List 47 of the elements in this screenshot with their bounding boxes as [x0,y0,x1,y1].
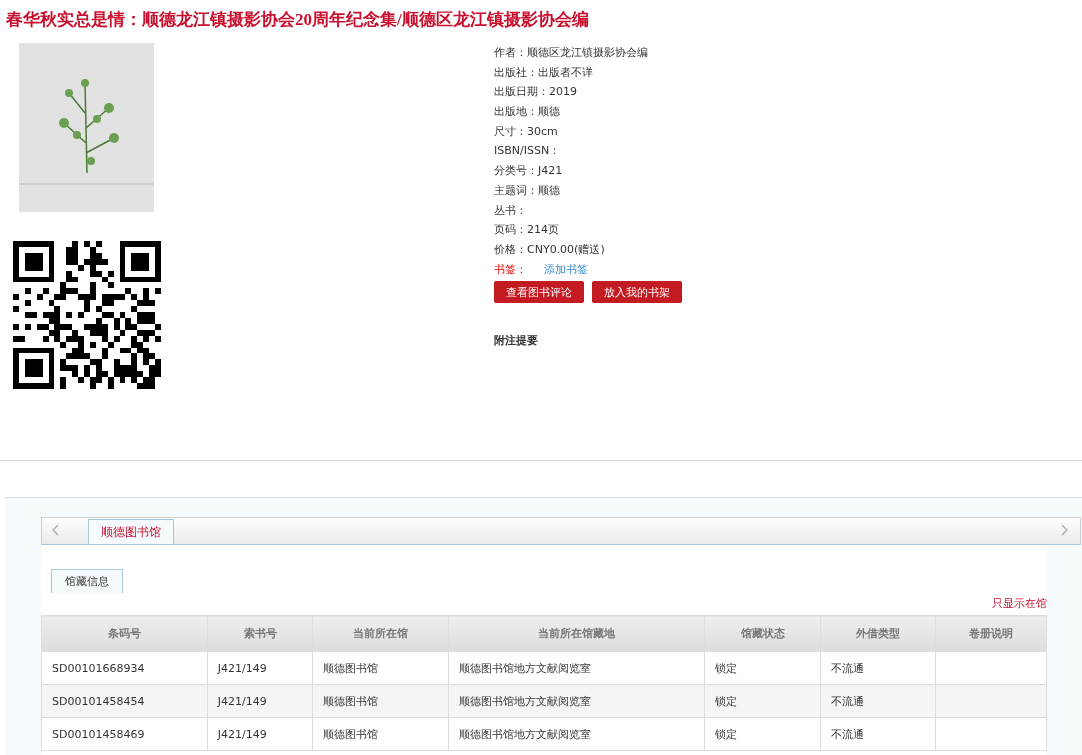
table-cell: 锁定 [715,694,738,708]
table-cell: SD00101458469 [52,727,145,741]
column-header: 当前所在馆藏地 [448,615,705,652]
detail-text: 主题词：顺德 [494,183,560,197]
book-title: 春华秋实总是情：顺德龙江镇摄影协会20周年纪念集/顺德区龙江镇摄影协会编 [5,9,590,31]
library-tab[interactable]: 顺德图书馆 [88,519,174,544]
holdings-tab[interactable]: 馆藏信息 [51,569,123,593]
table-cell: 顺德图书馆地方文献阅览室 [459,727,591,741]
table-cell: 顺德图书馆地方文献阅览室 [459,661,591,675]
table-cell: 顺德图书馆 [323,694,379,708]
table-cell: 顺德图书馆 [323,727,379,741]
table-cell: SD00101458454 [52,694,145,708]
column-header: 条码号 [41,615,208,652]
table-cell: J421/149 [217,727,267,741]
table-cell: 锁定 [715,661,738,675]
detail-text: 尺寸：30cm [494,124,558,138]
column-header: 卷册说明 [935,615,1047,652]
add-bookmark-link[interactable]: 添加书签 [544,262,588,276]
table-cell: 不流通 [830,694,864,708]
detail-text: 分类号：J421 [494,164,563,178]
table-cell: J421/149 [217,694,267,708]
detail-text: 出版社：出版者不详 [494,65,593,79]
table-cell: 顺德图书馆 [323,661,379,675]
column-header: 索书号 [207,615,313,652]
detail-text: 出版地：顺德 [494,105,560,119]
detail-text: 作者：顺德区龙江镇摄影协会编 [494,46,648,59]
detail-text: 价格：CNY0.00(赠送) [494,242,605,256]
notes-heading: 附注提要 [494,333,539,349]
column-header: 外借类型 [820,615,936,652]
table-cell: 顺德图书馆地方文献阅览室 [459,694,591,708]
detail-text: ISBN/ISSN： [494,144,561,158]
action-button[interactable]: 放入我的书架 [592,281,682,304]
table-cell: 锁定 [715,727,738,741]
table-cell: 不流通 [830,727,864,741]
column-header: 馆藏状态 [704,615,821,652]
table-cell: J421/149 [217,661,267,675]
column-header: 当前所在馆 [312,615,449,652]
detail-text: 页码：214页 [494,223,559,237]
action-button[interactable]: 查看图书评论 [494,281,584,304]
chevron-right-icon[interactable] [1060,524,1068,536]
in-library-filter-link[interactable]: 只显示在馆 [992,597,1047,610]
detail-text: 丛书： [494,203,527,217]
detail-text: 出版日期：2019 [494,85,577,99]
table-cell: 不流通 [830,661,864,675]
chevron-left-icon[interactable] [52,524,60,536]
table-cell: SD00101668934 [52,661,145,675]
bookmark-label: 书签： [494,261,528,278]
